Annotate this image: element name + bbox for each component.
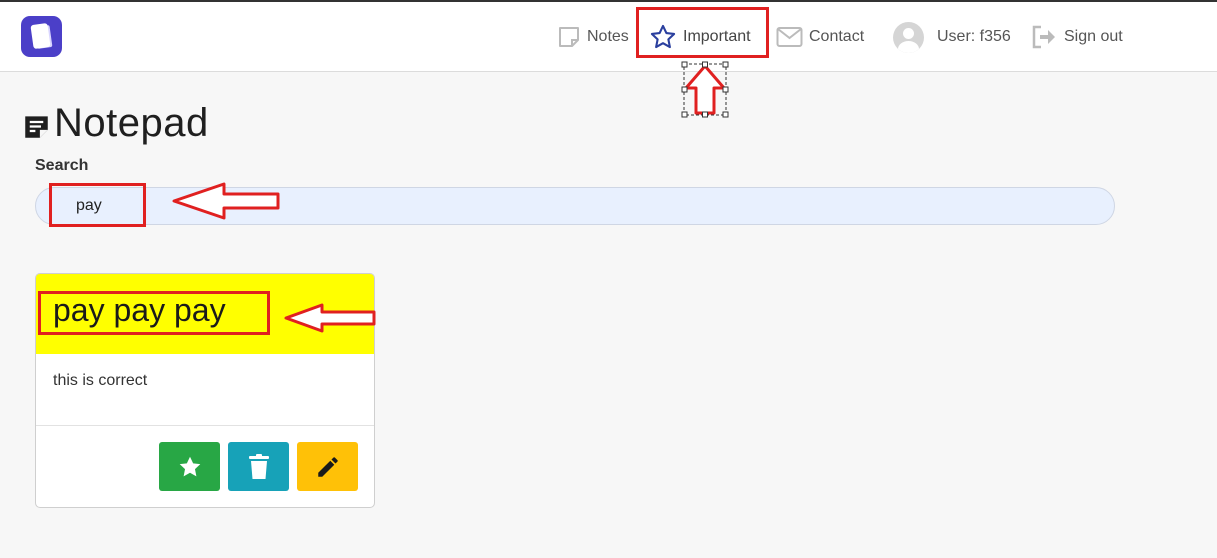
note-icon [559,27,579,47]
nav-contact[interactable]: Contact [776,4,864,70]
annotation-note-title-box [38,291,270,335]
note-body: this is correct [53,372,148,389]
pencil-icon [317,456,338,477]
nav-user-label: User: f356 [937,28,1011,45]
star-icon [179,456,200,476]
nav-signout[interactable]: Sign out [1031,4,1123,70]
navbar: Notes Important Contact User: f356 Sign … [0,2,1217,72]
page-title: Notepad [23,101,209,146]
nav-user[interactable]: User: f356 [893,4,1011,70]
mark-important-button[interactable] [159,442,220,491]
edit-note-button[interactable] [297,442,358,491]
trash-icon [248,453,269,479]
nav-notes[interactable]: Notes [557,4,629,70]
avatar [893,21,924,53]
app-logo[interactable] [21,16,62,57]
annotation-up-arrow [681,61,729,118]
annotation-search-box [49,183,146,227]
sign-out-icon [1032,25,1055,49]
annotation-left-arrow-search [172,182,280,220]
nav-signout-label: Sign out [1064,28,1123,45]
annotation-left-arrow-note [284,303,376,333]
delete-note-button[interactable] [228,442,289,491]
annotation-important-box [636,7,769,58]
search-label: Search [35,157,89,174]
sticky-note-icon [25,116,48,138]
page-title-text: Notepad [54,101,209,145]
note-card-divider [36,425,374,426]
envelope-icon [776,27,803,47]
nav-contact-label: Contact [809,28,865,45]
nav-notes-label: Notes [587,28,629,45]
